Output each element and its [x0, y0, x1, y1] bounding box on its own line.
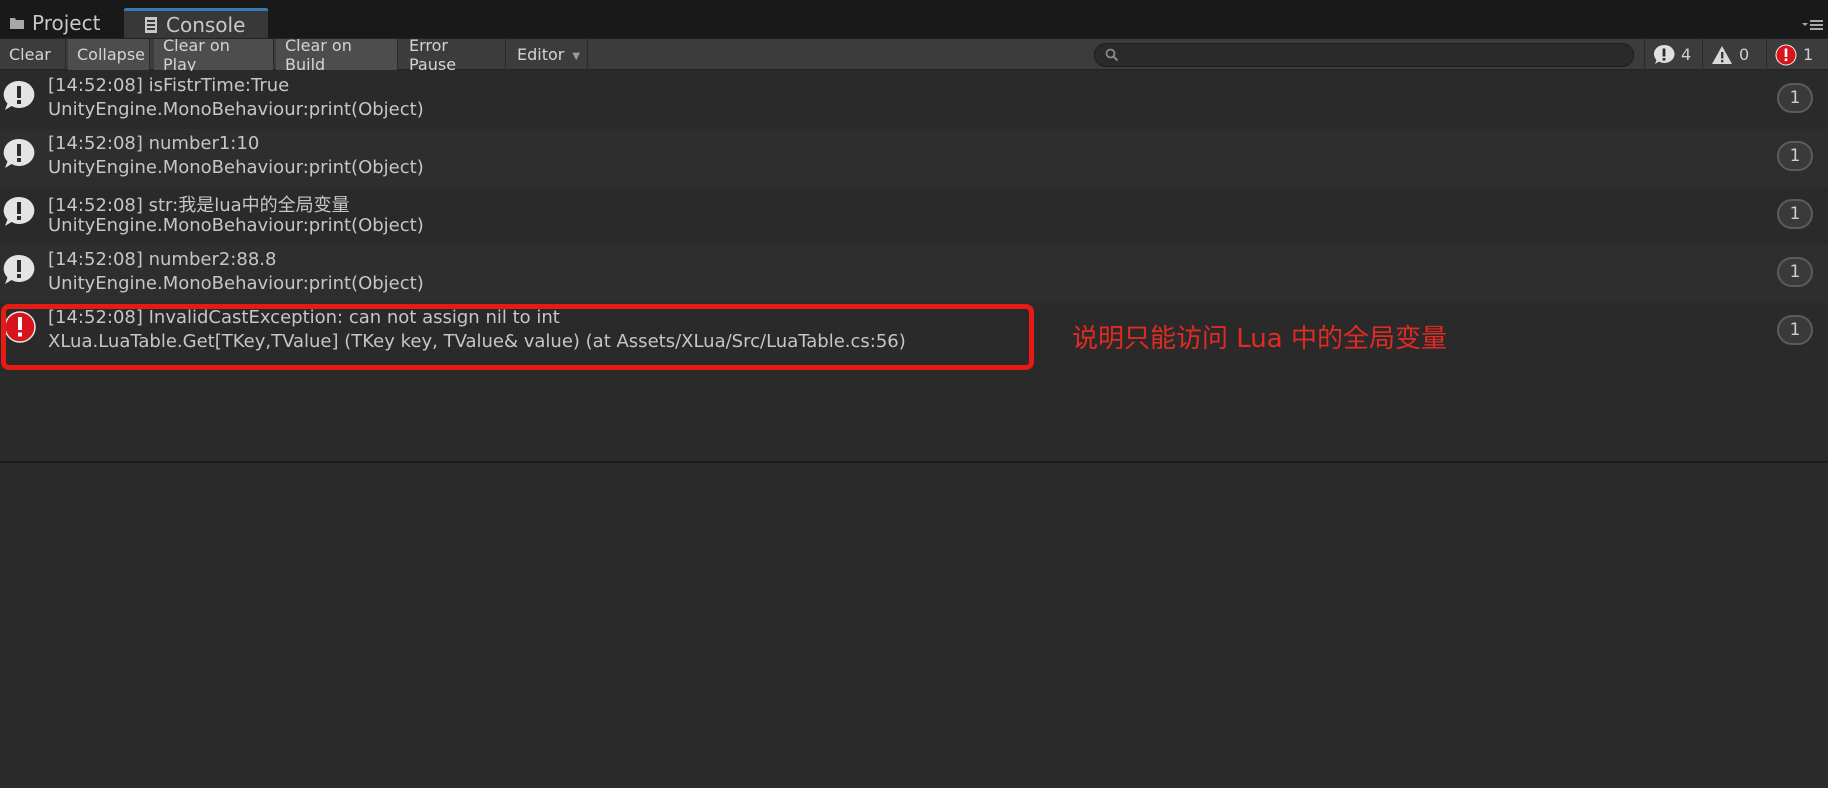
console-toolbar: Clear Collapse Clear on Play Clear on Bu…: [0, 36, 1828, 74]
collapse-toggle[interactable]: Collapse: [68, 39, 150, 70]
error-pause-toggle[interactable]: Error Pause: [400, 36, 506, 74]
info-message-icon: [3, 138, 35, 168]
search-field[interactable]: [1094, 43, 1634, 67]
warning-count: 0: [1739, 45, 1750, 64]
log-stacktrace: UnityEngine.MonoBehaviour:print(Object): [48, 273, 424, 294]
clear-on-play-toggle[interactable]: Clear on Play: [154, 36, 274, 74]
info-message-icon: [3, 254, 35, 284]
info-count: 4: [1681, 45, 1692, 64]
log-count-badge: 1: [1777, 141, 1813, 171]
search-icon: [1105, 48, 1119, 62]
tab-project-label: Project: [32, 11, 101, 35]
info-message-icon: [3, 80, 35, 110]
log-message: [14:52:08] isFistrTime:True: [48, 75, 290, 96]
log-message: [14:52:08] number2:88.8: [48, 249, 277, 270]
tab-bar: Project Console: [0, 0, 1828, 38]
log-message: [14:52:08] str:我是lua中的全局变量: [48, 195, 350, 216]
info-message-icon: [3, 196, 35, 226]
panel-menu-icon[interactable]: [1802, 16, 1824, 32]
info-message-icon: [1653, 44, 1675, 64]
search-input[interactable]: [1125, 47, 1625, 63]
log-entry[interactable]: [14:52:08] str:我是lua中的全局变量 UnityEngine.M…: [0, 187, 1828, 245]
log-entry[interactable]: [14:52:08] isFistrTime:True UnityEngine.…: [0, 71, 1828, 129]
tab-project[interactable]: Project: [0, 8, 122, 38]
error-icon: [1775, 44, 1797, 65]
log-count-badge: 1: [1777, 83, 1813, 113]
annotation-text: 说明只能访问 Lua 中的全局变量: [1072, 324, 1447, 354]
log-count-badge: 1: [1777, 257, 1813, 287]
log-entry[interactable]: [14:52:08] number1:10 UnityEngine.MonoBe…: [0, 129, 1828, 187]
tab-console-label: Console: [166, 12, 246, 37]
clear-button[interactable]: Clear: [0, 39, 66, 70]
clear-on-build-toggle[interactable]: Clear on Build: [276, 36, 398, 74]
error-count-toggle[interactable]: 1: [1766, 39, 1828, 70]
stacktrace-detail-pane: [0, 463, 1828, 788]
info-count-toggle[interactable]: 4: [1644, 39, 1702, 70]
log-stacktrace: UnityEngine.MonoBehaviour:print(Object): [48, 215, 424, 236]
log-stacktrace: UnityEngine.MonoBehaviour:print(Object): [48, 99, 424, 120]
warning-count-toggle[interactable]: 0: [1702, 39, 1766, 70]
log-list: [14:52:08] isFistrTime:True UnityEngine.…: [0, 71, 1828, 461]
error-count: 1: [1803, 45, 1814, 64]
console-icon: [145, 16, 157, 33]
log-count-badge: 1: [1777, 199, 1813, 229]
error-highlight-box: [1, 304, 1034, 370]
log-stacktrace: UnityEngine.MonoBehaviour:print(Object): [48, 157, 424, 178]
log-count-badge: 1: [1777, 315, 1813, 345]
log-message: [14:52:08] number1:10: [48, 133, 260, 154]
caret-down-icon: ▼: [572, 51, 581, 62]
log-entry[interactable]: [14:52:08] number2:88.8 UnityEngine.Mono…: [0, 245, 1828, 303]
folder-icon: [10, 18, 24, 29]
tab-console[interactable]: Console: [124, 8, 268, 38]
editor-dropdown-label: Editor: [517, 45, 565, 64]
editor-dropdown[interactable]: Editor ▼: [508, 39, 588, 70]
warning-icon: [1712, 45, 1732, 64]
